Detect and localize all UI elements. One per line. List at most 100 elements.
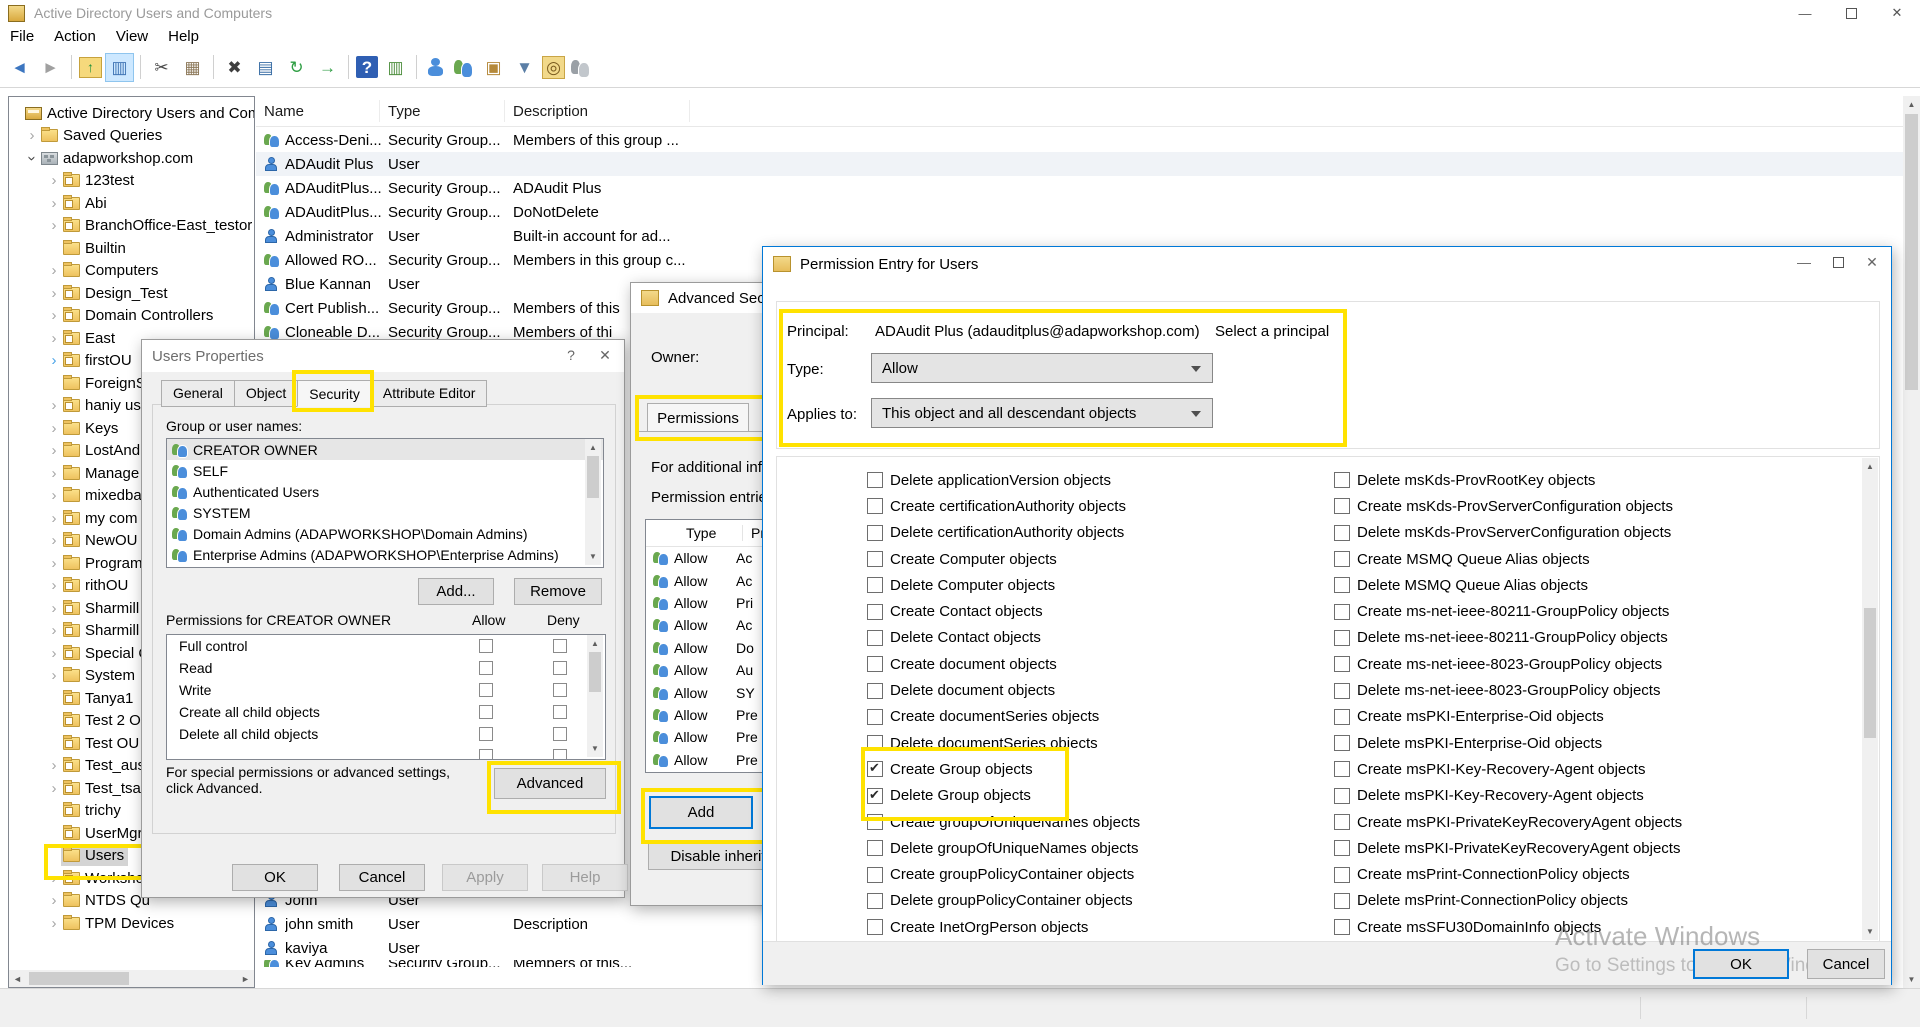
permission-checkbox-item[interactable]: Delete msPKI-Enterprise-Oid objects — [1334, 730, 1682, 756]
show-console-tree-icon[interactable]: ▥ — [106, 54, 133, 81]
group-list-item[interactable]: Domain Admins (ADAPWORKSHOP\Domain Admin… — [167, 523, 603, 544]
column-header-description[interactable]: Description — [505, 100, 690, 122]
new-window-icon[interactable]: ▥ — [382, 54, 409, 81]
checkbox[interactable] — [1334, 683, 1350, 699]
scroll-thumb[interactable] — [589, 652, 601, 692]
permission-checkbox-item[interactable]: Delete msKds-ProvServerConfiguration obj… — [1334, 520, 1682, 546]
scroll-thumb[interactable] — [587, 456, 599, 498]
advanced-button[interactable]: Advanced — [494, 768, 606, 799]
group-list-item[interactable]: CREATOR OWNER — [167, 439, 603, 460]
checkbox[interactable] — [867, 525, 883, 541]
tree-item[interactable]: › Abi — [9, 192, 254, 215]
apply-button[interactable]: Apply — [442, 864, 528, 891]
tree-item[interactable]: › TPM Devices — [9, 912, 254, 935]
group-list-item[interactable]: Enterprise Admins (ADAPWORKSHOP\Enterpri… — [167, 544, 603, 565]
maximize-button[interactable] — [1821, 247, 1855, 277]
checkbox[interactable] — [1334, 867, 1350, 883]
scroll-thumb[interactable] — [1864, 608, 1876, 738]
permission-checkbox-item[interactable]: Create ms-net-ieee-80211-GroupPolicy obj… — [1334, 598, 1682, 624]
checkbox[interactable] — [867, 551, 883, 567]
checkbox[interactable] — [867, 630, 883, 646]
tree-item[interactable]: › Saved Queries — [9, 125, 254, 148]
delete-icon[interactable]: ✖ — [221, 54, 248, 81]
ok-button[interactable]: OK — [1693, 949, 1789, 979]
properties-list-icon[interactable]: ▤ — [252, 54, 279, 81]
paste-icon[interactable]: ▦ — [179, 54, 206, 81]
checkbox[interactable] — [867, 814, 883, 830]
tree-item[interactable]: › Design_Test — [9, 282, 254, 305]
back-icon[interactable]: ◄ — [6, 54, 33, 81]
allow-checkbox[interactable] — [479, 661, 493, 675]
chevron-icon[interactable]: › — [47, 623, 61, 638]
permission-checkbox-item[interactable]: Delete Contact objects — [867, 625, 1140, 651]
tree-item[interactable]: › 123test — [9, 170, 254, 193]
tab-permissions[interactable]: Permissions — [647, 403, 749, 432]
chevron-icon[interactable]: › — [47, 488, 61, 503]
permission-checkbox-item[interactable]: Delete ms-net-ieee-8023-GroupPolicy obje… — [1334, 677, 1682, 703]
permission-checkbox-item[interactable]: Create document objects — [867, 651, 1140, 677]
menu-view[interactable]: View — [106, 27, 158, 46]
checkbox[interactable] — [1334, 761, 1350, 777]
allow-checkbox[interactable] — [479, 727, 493, 741]
checkbox[interactable] — [867, 709, 883, 725]
cancel-button[interactable]: Cancel — [339, 864, 425, 891]
list-row[interactable]: ADAuditPlus... Security Group... DoNotDe… — [256, 200, 1903, 224]
permissions-scrollbar[interactable]: ▲ ▼ — [587, 635, 603, 757]
permission-row[interactable]: Read — [167, 657, 605, 679]
checkbox[interactable] — [1334, 840, 1350, 856]
permission-checkbox-item[interactable]: Delete documentSeries objects — [867, 730, 1140, 756]
column-header-type[interactable]: Type — [380, 100, 505, 122]
checkbox[interactable] — [867, 656, 883, 672]
cut-icon[interactable]: ✂ — [148, 54, 175, 81]
help-icon[interactable]: ? — [356, 56, 378, 78]
checkbox[interactable] — [867, 867, 883, 883]
checkbox[interactable] — [1334, 735, 1350, 751]
checkbox[interactable] — [867, 735, 883, 751]
permission-checkbox-item[interactable]: Create groupPolicyContainer objects — [867, 861, 1140, 887]
permission-checkbox-item[interactable]: Create msKds-ProvServerConfiguration obj… — [1334, 493, 1682, 519]
chevron-icon[interactable]: › — [47, 466, 61, 481]
group-list-item[interactable]: SYSTEM — [167, 502, 603, 523]
select-principal-link[interactable]: Select a principal — [1215, 323, 1329, 340]
cancel-button[interactable]: Cancel — [1807, 949, 1885, 979]
allow-checkbox[interactable] — [479, 683, 493, 697]
permission-checkbox-item[interactable]: Create msPKI-PrivateKeyRecoveryAgent obj… — [1334, 809, 1682, 835]
permission-checkbox-item[interactable]: Delete applicationVersion objects — [867, 467, 1140, 493]
close-button[interactable]: ✕ — [1874, 0, 1920, 26]
help-button-bottom[interactable]: Help — [542, 864, 628, 891]
filter-icon[interactable]: ▼ — [511, 54, 538, 81]
permission-checkbox-item[interactable]: Delete msPrint-ConnectionPolicy objects — [1334, 888, 1682, 914]
allow-checkbox[interactable] — [479, 639, 493, 653]
chevron-icon[interactable]: › — [47, 533, 61, 548]
scroll-down-icon[interactable]: ▼ — [587, 740, 603, 757]
remove-button[interactable]: Remove — [514, 578, 602, 605]
deny-checkbox[interactable] — [553, 705, 567, 719]
permission-checkbox-item[interactable]: Create msPKI-Key-Recovery-Agent objects — [1334, 756, 1682, 782]
find-icon[interactable]: ◎ — [542, 56, 565, 79]
permission-row[interactable]: Write — [167, 679, 605, 701]
checkbox[interactable] — [867, 472, 883, 488]
permission-checkbox-item[interactable]: Create msPrint-ConnectionPolicy objects — [1334, 861, 1682, 887]
permission-checkbox-item[interactable]: Create Contact objects — [867, 598, 1140, 624]
ok-button[interactable]: OK — [232, 864, 318, 891]
deny-checkbox[interactable] — [553, 639, 567, 653]
checkbox[interactable] — [1334, 630, 1350, 646]
permission-checkbox-item[interactable]: Create Group objects — [867, 756, 1140, 782]
list-row[interactable]: ADAudit Plus User — [256, 152, 1903, 176]
scroll-up-icon[interactable]: ▲ — [1862, 458, 1878, 475]
scroll-thumb[interactable] — [1905, 114, 1918, 390]
delegate-icon[interactable] — [569, 55, 593, 79]
permission-checkbox-item[interactable]: Delete groupPolicyContainer objects — [867, 888, 1140, 914]
chevron-icon[interactable]: › — [47, 331, 61, 346]
chevron-icon[interactable]: › — [47, 556, 61, 571]
chevron-icon[interactable]: › — [47, 443, 61, 458]
checkbox[interactable] — [1334, 788, 1350, 804]
menu-file[interactable]: File — [0, 27, 44, 46]
chevron-icon[interactable]: › — [47, 893, 61, 908]
scroll-thumb[interactable] — [29, 972, 129, 985]
permission-checkbox-item[interactable]: Create ms-net-ieee-8023-GroupPolicy obje… — [1334, 651, 1682, 677]
tree-item[interactable]: › Active Directory Users and Com — [9, 102, 254, 125]
permission-row[interactable]: Create all child objects — [167, 701, 605, 723]
permission-checkbox-item[interactable]: Delete document objects — [867, 677, 1140, 703]
deny-checkbox[interactable] — [553, 683, 567, 697]
